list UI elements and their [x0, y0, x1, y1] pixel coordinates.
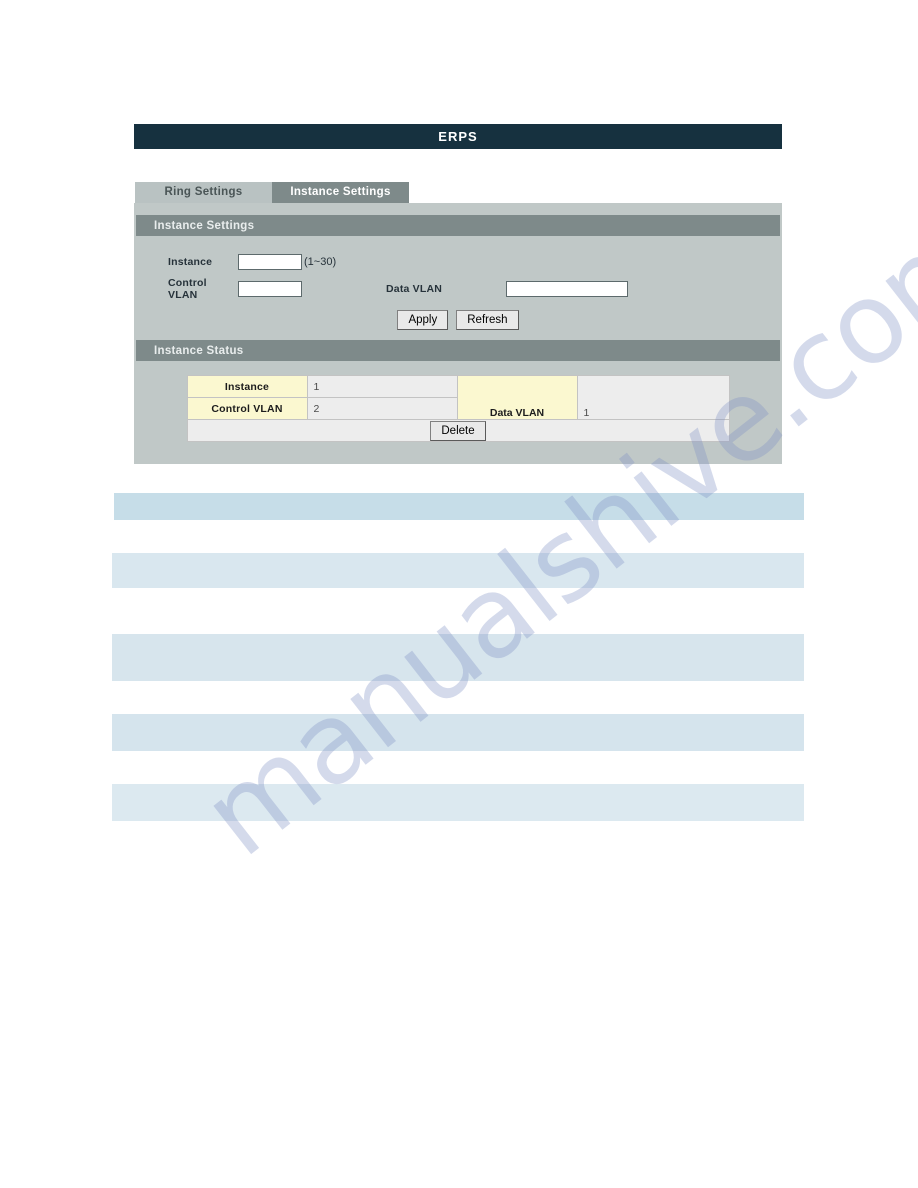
tab-strip: Ring Settings Instance Settings [134, 182, 782, 203]
erps-window: ERPS Ring Settings Instance Settings Ins… [134, 124, 782, 464]
status-data-vlan-label: Data VLAN [456, 375, 578, 420]
page-title-text: ERPS [438, 129, 478, 144]
form-button-row: Apply Refresh [134, 310, 782, 330]
section-header-instance-settings: Instance Settings [136, 215, 780, 236]
tab-ring-settings[interactable]: Ring Settings [135, 182, 272, 203]
placeholder-bar [112, 714, 804, 751]
status-instance-value: 1 [306, 375, 458, 398]
placeholder-bar [114, 493, 804, 520]
apply-button[interactable]: Apply [397, 310, 449, 330]
instance-settings-form: Instance (1~30) Control VLAN Data VLAN A… [134, 236, 782, 340]
status-control-vlan-value: 2 [306, 397, 458, 420]
delete-cell: Delete [186, 419, 730, 442]
data-vlan-label: Data VLAN [386, 283, 443, 295]
instance-range-hint: (1~30) [304, 256, 337, 268]
refresh-button[interactable]: Refresh [456, 310, 519, 330]
instance-input[interactable] [238, 254, 302, 270]
table-row: Instance 1 Data VLAN 1 [186, 375, 730, 420]
instance-status-table: Instance 1 Data VLAN 1 Control VLAN 2 De… [186, 375, 730, 442]
section-header-instance-status: Instance Status [136, 340, 780, 361]
section-header-instance-status-label: Instance Status [154, 344, 244, 357]
page-title: ERPS [134, 124, 782, 149]
placeholder-bar [112, 634, 804, 681]
status-control-vlan-label: Control VLAN [186, 397, 308, 420]
panel-top-gap [134, 203, 782, 215]
data-vlan-input[interactable] [506, 281, 628, 297]
placeholder-bar [112, 553, 804, 588]
control-vlan-label: Control VLAN [168, 277, 207, 301]
table-row-actions: Delete [186, 419, 730, 442]
placeholder-bar [112, 784, 804, 821]
tab-instance-settings-label: Instance Settings [290, 186, 391, 198]
panel-body: Instance Settings Instance (1~30) Contro… [134, 203, 782, 464]
instance-label: Instance [168, 256, 213, 268]
form-row-instance: Instance (1~30) [134, 250, 782, 274]
instance-status-area: Instance 1 Data VLAN 1 Control VLAN 2 De… [134, 361, 782, 446]
control-vlan-input[interactable] [238, 281, 302, 297]
section-header-instance-settings-label: Instance Settings [154, 219, 255, 232]
delete-button[interactable]: Delete [430, 420, 486, 441]
status-instance-label: Instance [186, 375, 308, 398]
tab-ring-settings-label: Ring Settings [164, 186, 243, 198]
tab-instance-settings[interactable]: Instance Settings [272, 182, 409, 203]
form-row-vlan: Control VLAN Data VLAN [134, 277, 782, 301]
status-data-vlan-value: 1 [576, 375, 730, 420]
